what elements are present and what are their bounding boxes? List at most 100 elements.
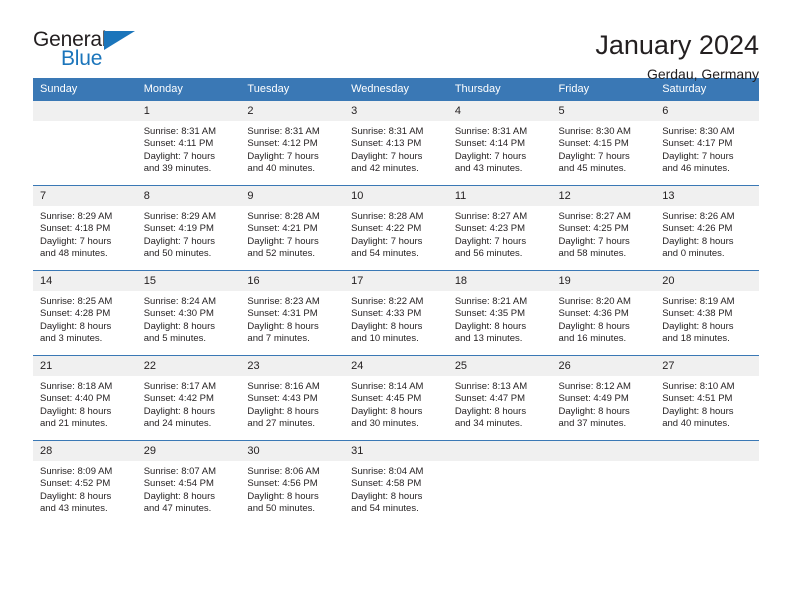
sunset-text: Sunset: 4:13 PM xyxy=(351,138,422,150)
calendar-day-cell[interactable]: 21 Sunrise: 8:18 AM Sunset: 4:40 PM Dayligh… xyxy=(33,355,137,441)
day-number: 2 xyxy=(240,101,345,121)
daylight-text-line1: Daylight: 8 hours xyxy=(351,405,423,417)
calendar-day-cell[interactable]: 11 Sunrise: 8:27 AM Sunset: 4:23 PM Dayligh… xyxy=(447,185,552,271)
daylight-text-line2: and 54 minutes. xyxy=(351,503,419,515)
day-details: Sunrise: 8:22 AM Sunset: 4:33 PM Daylight:… xyxy=(344,291,448,346)
calendar-day-cell[interactable]: 19 Sunrise: 8:20 AM Sunset: 4:36 PM Dayligh… xyxy=(551,270,656,356)
daylight-text-line2: and 50 minutes. xyxy=(143,248,212,260)
calendar-day-cell[interactable]: 9 Sunrise: 8:28 AM Sunset: 4:21 PM Daylight… xyxy=(240,185,345,271)
calendar-day-cell[interactable]: 25 Sunrise: 8:13 AM Sunset: 4:47 PM Dayligh… xyxy=(447,355,552,441)
day-number: 21 xyxy=(33,356,137,376)
calendar-day-cell[interactable]: 23 Sunrise: 8:16 AM Sunset: 4:43 PM Dayligh… xyxy=(240,355,345,441)
sunset-text: Sunset: 4:11 PM xyxy=(143,138,214,150)
calendar-day-cell[interactable]: 17 Sunrise: 8:22 AM Sunset: 4:33 PM Dayligh… xyxy=(344,270,448,356)
calendar-day-cell[interactable]: 6 Sunrise: 8:30 AM Sunset: 4:17 PM Daylight… xyxy=(655,100,759,186)
calendar-day-cell[interactable]: 24 Sunrise: 8:14 AM Sunset: 4:45 PM Dayligh… xyxy=(344,355,448,441)
daylight-text-line1: Daylight: 7 hours xyxy=(351,150,423,162)
sunset-text: Sunset: 4:54 PM xyxy=(143,478,214,490)
day-details: Sunrise: 8:29 AM Sunset: 4:18 PM Daylight:… xyxy=(33,206,137,261)
calendar-page: General Blue January 2024 Gerdau, German… xyxy=(0,0,792,612)
day-details: Sunrise: 8:27 AM Sunset: 4:23 PM Daylight:… xyxy=(448,206,552,261)
day-number: 19 xyxy=(551,271,656,291)
day-number: 25 xyxy=(447,356,552,376)
day-number: 18 xyxy=(447,271,552,291)
daylight-text-line1: Daylight: 8 hours xyxy=(40,320,112,332)
calendar-day-cell[interactable]: 15 Sunrise: 8:24 AM Sunset: 4:30 PM Dayligh… xyxy=(136,270,241,356)
day-number: 31 xyxy=(344,441,448,461)
calendar-week-row: 7 Sunrise: 8:29 AM Sunset: 4:18 PM Daylight… xyxy=(33,185,759,271)
calendar-day-cell[interactable]: 29 Sunrise: 8:07 AM Sunset: 4:54 PM Dayligh… xyxy=(136,440,241,525)
daylight-text-line2: and 43 minutes. xyxy=(40,503,108,515)
daylight-text-line2: and 21 minutes. xyxy=(40,418,108,430)
day-details: Sunrise: 8:27 AM Sunset: 4:25 PM Daylight:… xyxy=(552,206,656,261)
sunrise-text: Sunrise: 8:13 AM xyxy=(454,381,528,392)
day-number xyxy=(551,441,656,461)
daylight-text-line1: Daylight: 7 hours xyxy=(662,150,734,162)
calendar-day-cell[interactable]: 12 Sunrise: 8:27 AM Sunset: 4:25 PM Dayligh… xyxy=(551,185,656,271)
daylight-text-line1: Daylight: 8 hours xyxy=(662,235,734,247)
day-number: 22 xyxy=(136,356,241,376)
calendar-day-cell[interactable]: 1 Sunrise: 8:31 AM Sunset: 4:11 PM Daylight… xyxy=(136,100,241,186)
calendar-day-cell[interactable]: 28 Sunrise: 8:09 AM Sunset: 4:52 PM Dayligh… xyxy=(33,440,137,525)
sunset-text: Sunset: 4:22 PM xyxy=(351,223,422,235)
daylight-text-line1: Daylight: 8 hours xyxy=(558,320,630,332)
calendar-week-row: 28 Sunrise: 8:09 AM Sunset: 4:52 PM Dayligh… xyxy=(33,440,759,525)
calendar-day-cell[interactable]: 18 Sunrise: 8:21 AM Sunset: 4:35 PM Dayligh… xyxy=(447,270,552,356)
calendar-day-cell[interactable]: 10 Sunrise: 8:28 AM Sunset: 4:22 PM Dayligh… xyxy=(344,185,448,271)
sunrise-text: Sunrise: 8:30 AM xyxy=(558,126,631,137)
calendar-day-cell[interactable]: 4 Sunrise: 8:31 AM Sunset: 4:14 PM Daylight… xyxy=(447,100,552,186)
calendar-day-cell[interactable]: 26 Sunrise: 8:12 AM Sunset: 4:49 PM Dayligh… xyxy=(551,355,656,441)
daylight-text-line1: Daylight: 8 hours xyxy=(247,320,319,332)
day-number xyxy=(33,101,137,121)
calendar-week-row: 21 Sunrise: 8:18 AM Sunset: 4:40 PM Dayligh… xyxy=(33,355,759,441)
daylight-text-line2: and 58 minutes. xyxy=(558,248,627,260)
calendar-day-cell[interactable]: 16 Sunrise: 8:23 AM Sunset: 4:31 PM Dayligh… xyxy=(240,270,345,356)
calendar-day-cell[interactable]: 20 Sunrise: 8:19 AM Sunset: 4:38 PM Dayligh… xyxy=(655,270,759,356)
sunset-text: Sunset: 4:15 PM xyxy=(558,138,629,150)
general-blue-logo[interactable]: General Blue xyxy=(33,28,153,76)
daylight-text-line1: Daylight: 7 hours xyxy=(40,235,112,247)
sunrise-text: Sunrise: 8:30 AM xyxy=(662,126,735,137)
sunrise-text: Sunrise: 8:18 AM xyxy=(40,381,113,392)
calendar-day-cell[interactable]: 5 Sunrise: 8:30 AM Sunset: 4:15 PM Daylight… xyxy=(551,100,656,186)
daylight-text-line1: Daylight: 8 hours xyxy=(247,490,319,502)
page-subtitle: Gerdau, Germany xyxy=(646,66,759,82)
sunrise-text: Sunrise: 8:26 AM xyxy=(662,211,735,222)
sunrise-text: Sunrise: 8:21 AM xyxy=(454,296,528,307)
sunrise-text: Sunrise: 8:09 AM xyxy=(40,466,113,477)
sunset-text: Sunset: 4:30 PM xyxy=(143,308,214,320)
sunrise-text: Sunrise: 8:25 AM xyxy=(40,296,113,307)
day-details: Sunrise: 8:28 AM Sunset: 4:22 PM Daylight:… xyxy=(344,206,448,261)
daylight-text-line2: and 13 minutes. xyxy=(454,333,523,345)
daylight-text-line2: and 52 minutes. xyxy=(247,248,316,260)
calendar-day-cell[interactable]: 27 Sunrise: 8:10 AM Sunset: 4:51 PM Dayligh… xyxy=(655,355,759,441)
calendar-day-cell[interactable]: 8 Sunrise: 8:29 AM Sunset: 4:19 PM Daylight… xyxy=(136,185,241,271)
sunrise-text: Sunrise: 8:28 AM xyxy=(351,211,424,222)
sunset-text: Sunset: 4:31 PM xyxy=(247,308,318,320)
calendar-day-cell[interactable]: 2 Sunrise: 8:31 AM Sunset: 4:12 PM Daylight… xyxy=(240,100,345,186)
sunrise-text: Sunrise: 8:27 AM xyxy=(558,211,631,222)
day-details: Sunrise: 8:04 AM Sunset: 4:58 PM Daylight:… xyxy=(344,461,448,516)
sunset-text: Sunset: 4:38 PM xyxy=(662,308,733,320)
calendar-day-cell[interactable]: 7 Sunrise: 8:29 AM Sunset: 4:18 PM Daylight… xyxy=(33,185,137,271)
calendar-day-cell[interactable]: 3 Sunrise: 8:31 AM Sunset: 4:13 PM Daylight… xyxy=(344,100,448,186)
calendar-day-cell[interactable]: 31 Sunrise: 8:04 AM Sunset: 4:58 PM Dayligh… xyxy=(344,440,448,525)
sunset-text: Sunset: 4:40 PM xyxy=(40,393,111,405)
weekday-header-thursday: Thursday xyxy=(447,78,552,101)
calendar-day-cell[interactable]: 14 Sunrise: 8:25 AM Sunset: 4:28 PM Dayligh… xyxy=(33,270,137,356)
daylight-text-line2: and 34 minutes. xyxy=(454,418,523,430)
daylight-text-line2: and 45 minutes. xyxy=(558,163,627,175)
calendar-day-cell[interactable]: 22 Sunrise: 8:17 AM Sunset: 4:42 PM Dayligh… xyxy=(136,355,241,441)
day-number: 23 xyxy=(240,356,345,376)
sunrise-text: Sunrise: 8:23 AM xyxy=(247,296,320,307)
day-details: Sunrise: 8:31 AM Sunset: 4:14 PM Daylight:… xyxy=(448,121,552,176)
calendar-day-cell[interactable]: 13 Sunrise: 8:26 AM Sunset: 4:26 PM Dayligh… xyxy=(655,185,759,271)
calendar-day-cell[interactable]: 30 Sunrise: 8:06 AM Sunset: 4:56 PM Dayligh… xyxy=(240,440,345,525)
day-details: Sunrise: 8:31 AM Sunset: 4:13 PM Daylight:… xyxy=(344,121,448,176)
weekday-header-sunday: Sunday xyxy=(33,78,137,101)
sunset-text: Sunset: 4:35 PM xyxy=(454,308,526,320)
daylight-text-line1: Daylight: 7 hours xyxy=(351,235,423,247)
day-details: Sunrise: 8:21 AM Sunset: 4:35 PM Daylight:… xyxy=(448,291,552,346)
day-details: Sunrise: 8:20 AM Sunset: 4:36 PM Daylight:… xyxy=(552,291,656,346)
day-details: Sunrise: 8:29 AM Sunset: 4:19 PM Daylight:… xyxy=(137,206,241,261)
